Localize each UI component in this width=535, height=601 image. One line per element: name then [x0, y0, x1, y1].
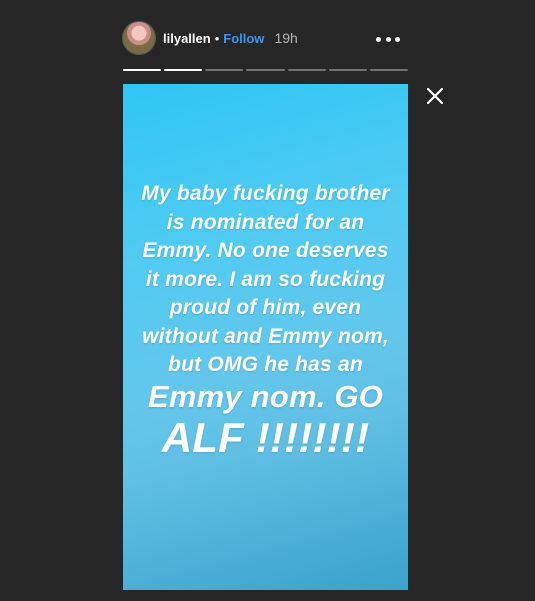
story-header: lilyallen • Follow 19h — [123, 22, 408, 54]
story-line: it more. I am so fucking — [145, 267, 386, 291]
story-caption: My baby fucking brother is nominated for… — [123, 180, 408, 462]
more-dot — [385, 36, 391, 42]
close-icon-svg — [426, 87, 444, 105]
progress-segment[interactable] — [123, 69, 162, 71]
progress-segment[interactable] — [205, 69, 244, 71]
username[interactable]: lilyallen — [163, 31, 211, 46]
progress-segment[interactable] — [328, 69, 367, 71]
progress-segment[interactable] — [164, 69, 203, 71]
progress-segment[interactable] — [287, 69, 326, 71]
more-options-icon[interactable] — [376, 36, 400, 42]
story-line-headline: ALF !!!!!!!! — [161, 413, 370, 461]
story-line: proud of him, even — [169, 296, 362, 319]
more-dot — [376, 36, 381, 42]
story-line: My baby fucking brother — [141, 182, 390, 205]
separator-dot: • — [214, 30, 220, 46]
story-line: is nominated for an — [166, 210, 365, 234]
timestamp: 19h — [274, 30, 298, 46]
avatar[interactable] — [123, 22, 155, 54]
follow-button[interactable]: Follow — [223, 31, 264, 46]
story-progress-bar — [123, 69, 408, 72]
story-content[interactable]: My baby fucking brother is nominated for… — [123, 84, 408, 590]
close-icon[interactable] — [425, 86, 445, 106]
story-viewer: lilyallen • Follow 19h My baby fucking b… — [0, 0, 535, 601]
progress-segment[interactable] — [369, 69, 408, 71]
story-line: without and Emmy nom, — [142, 324, 389, 348]
story-line: Emmy. No one deserves — [142, 239, 389, 262]
story-line-emphasis: Emmy nom. GO — [148, 378, 383, 414]
story-line: but OMG he has an — [168, 353, 363, 376]
progress-segment[interactable] — [246, 69, 285, 71]
more-dot — [395, 36, 400, 42]
